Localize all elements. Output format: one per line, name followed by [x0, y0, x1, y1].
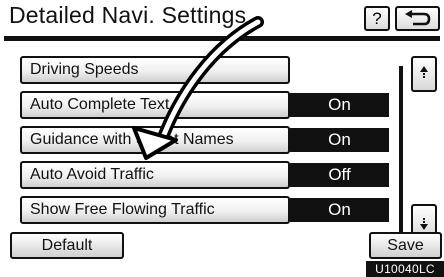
title-divider — [4, 36, 440, 41]
auto-complete-text-button[interactable]: Auto Complete Text — [20, 91, 290, 119]
guidance-street-names-status: On — [290, 128, 389, 152]
back-button[interactable] — [395, 6, 440, 31]
row-label: Guidance with Street Names — [30, 131, 234, 148]
driving-speeds-button[interactable]: Driving Speeds — [20, 56, 290, 84]
auto-avoid-traffic-button[interactable]: Auto Avoid Traffic — [20, 161, 290, 189]
help-button[interactable]: ? — [364, 6, 390, 31]
scroll-up-icon — [420, 66, 428, 78]
row-label: Auto Complete Text — [30, 96, 170, 113]
guidance-street-names-button[interactable]: Guidance with Street Names — [20, 126, 290, 154]
back-arrow-icon — [404, 9, 430, 25]
navi-settings-screen: Detailed Navi. Settings ? Driving Speeds… — [0, 0, 444, 277]
show-free-flowing-traffic-button[interactable]: Show Free Flowing Traffic — [20, 196, 290, 224]
scroll-down-icon — [420, 218, 428, 230]
scroll-up-button[interactable] — [411, 56, 437, 92]
row-label: Show Free Flowing Traffic — [30, 201, 215, 218]
auto-complete-text-status: On — [290, 93, 389, 117]
auto-avoid-traffic-status: Off — [290, 163, 389, 187]
scrollbar-track[interactable] — [399, 66, 403, 239]
save-button[interactable]: Save — [369, 232, 442, 259]
figure-code: U10040LC — [366, 261, 444, 277]
page-title: Detailed Navi. Settings — [9, 2, 247, 28]
row-label: Driving Speeds — [30, 61, 139, 78]
show-free-flowing-traffic-status: On — [290, 198, 389, 222]
help-label: ? — [372, 8, 382, 28]
row-label: Auto Avoid Traffic — [30, 166, 154, 183]
default-button[interactable]: Default — [10, 232, 124, 259]
